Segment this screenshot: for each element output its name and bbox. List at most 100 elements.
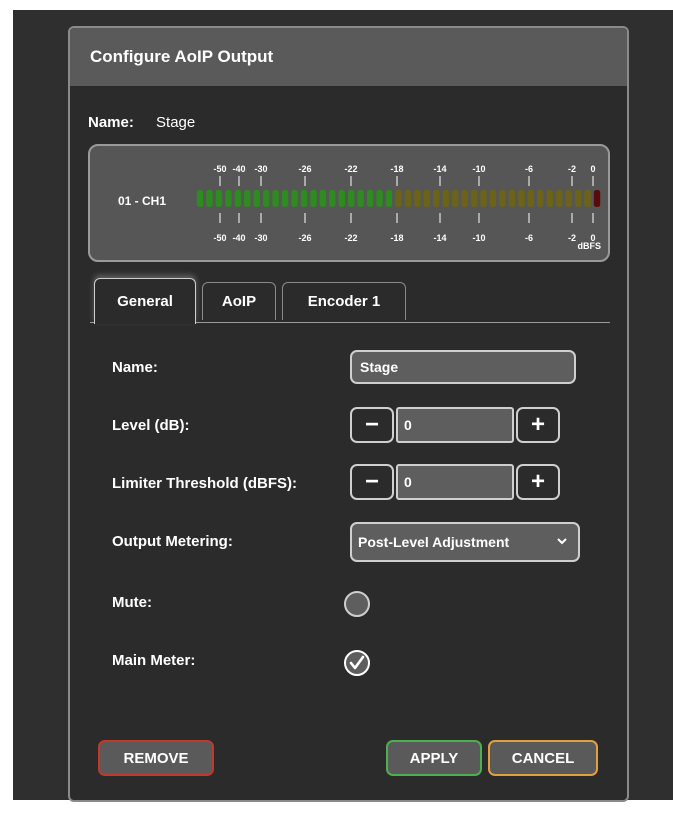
meter-segment [206, 190, 213, 207]
meter-scale-label-bottom: -18 [390, 233, 403, 243]
meter-segment [574, 190, 582, 207]
plus-icon: + [530, 468, 545, 495]
limiter-increment-button[interactable]: + [516, 464, 560, 500]
meter-segment [244, 190, 251, 207]
meter-scale-label-top: -18 [390, 164, 403, 174]
meter-scale-label-bottom: -22 [344, 233, 357, 243]
meter-segment [272, 190, 279, 207]
meter-segment [527, 190, 535, 207]
meter-segment [433, 190, 440, 207]
mute-toggle[interactable] [344, 591, 370, 617]
meter-segment [518, 190, 525, 207]
meter-segment [395, 190, 402, 207]
limiter-decrement-button[interactable]: − [350, 464, 394, 500]
meter-segment [281, 190, 289, 207]
meter-scale-label-bottom: -10 [472, 233, 485, 243]
name-input[interactable]: Stage [350, 350, 576, 384]
output-name-value: Stage [156, 114, 196, 131]
main-meter-toggle[interactable] [344, 650, 370, 676]
meter-scale-label-top: -6 [525, 164, 533, 174]
remove-button[interactable]: REMOVE [98, 740, 214, 776]
meter-scale-label-top: -22 [344, 164, 357, 174]
meter-segment [442, 190, 449, 207]
dialog-header: Configure AoIP Output [70, 28, 627, 86]
checkmark-icon [349, 655, 365, 670]
tab-general[interactable]: General [94, 278, 196, 324]
cancel-button-label: CANCEL [511, 749, 575, 767]
meter-segment [196, 190, 204, 207]
name-input-value: Stage [360, 359, 399, 375]
meter-scale-label-bottom: -50 [213, 233, 226, 243]
level-label: Level (dB): [112, 417, 190, 434]
limiter-input[interactable]: 0 [396, 464, 514, 500]
remove-button-label: REMOVE [123, 749, 189, 767]
limiter-stepper: − 0 + [350, 464, 564, 500]
meter-segment [215, 190, 223, 207]
meter-unit-label: dBFS [578, 241, 602, 251]
meter-segment [480, 190, 487, 207]
meter-segment [461, 190, 468, 207]
meter-segment [508, 190, 516, 207]
meter-scale-label-bottom: -14 [433, 233, 446, 243]
tab-general-label: General [117, 293, 173, 310]
apply-button-label: APPLY [409, 749, 459, 767]
meter-segment [414, 190, 421, 207]
tab-bar: General AoIP Encoder 1 [90, 278, 610, 324]
meter-segment [489, 190, 497, 207]
output-name-label: Name: [88, 114, 134, 131]
meter-scale-label-bottom: -26 [298, 233, 311, 243]
chevron-down-icon [556, 534, 568, 550]
level-decrement-button[interactable]: − [350, 407, 394, 443]
tab-aoip[interactable]: AoIP [202, 282, 276, 320]
plus-icon: + [530, 411, 545, 438]
dialog-title: Configure AoIP Output [90, 47, 274, 66]
tab-aoip-label: AoIP [221, 293, 257, 310]
mute-label: Mute: [112, 594, 152, 611]
meter-segment [404, 190, 412, 207]
meter-scale-label-top: -50 [213, 164, 226, 174]
meter-scale-label-bottom: -6 [525, 233, 533, 243]
metering-select-value: Post-Level Adjustment [358, 534, 510, 550]
metering-select[interactable]: Post-Level Adjustment [350, 522, 580, 562]
meter-segment [366, 190, 374, 207]
meter-segment [338, 190, 345, 207]
apply-button[interactable]: APPLY [386, 740, 482, 776]
configure-dialog: Configure AoIP Output Name: Stage 01 - C… [68, 26, 629, 802]
meter-segment [499, 190, 506, 207]
meter-scale-label-top: 0 [590, 164, 595, 174]
level-increment-button[interactable]: + [516, 407, 560, 443]
meter-segment [262, 190, 270, 207]
level-meter-graphic: 01 - CH1 -50 -50 -40 -40 -30 -30 -26 -26 -22 -22 -… [118, 164, 602, 251]
meter-scale-label-top: -2 [568, 164, 576, 174]
limiter-label: Limiter Threshold (dBFS): [112, 475, 297, 492]
tab-encoder-1-label: Encoder 1 [307, 293, 381, 310]
level-input[interactable]: 0 [396, 407, 514, 443]
meter-segment [319, 190, 327, 207]
name-label: Name: [112, 359, 158, 376]
meter-scale-label-top: -14 [433, 164, 446, 174]
meter-segment [537, 190, 544, 207]
meter-scale-label-top: -26 [298, 164, 311, 174]
metering-label: Output Metering: [112, 533, 233, 550]
meter-segment [300, 190, 308, 207]
meter-segment [310, 190, 317, 207]
tab-encoder-1[interactable]: Encoder 1 [282, 282, 406, 320]
meter-segment [329, 190, 336, 207]
meter-segment [225, 190, 232, 207]
meter-segment [555, 190, 563, 207]
meter-scale-label-top: -10 [472, 164, 485, 174]
cancel-button[interactable]: CANCEL [488, 740, 598, 776]
limiter-value: 0 [404, 474, 412, 490]
minus-icon: − [364, 468, 379, 495]
meter-segment [423, 190, 431, 207]
meter-segment [565, 190, 572, 207]
meter-segment [452, 190, 459, 207]
meter-segment [291, 190, 298, 207]
meter-segment [357, 190, 364, 207]
meter-segment [470, 190, 478, 207]
meter-scale-label-top: -40 [232, 164, 245, 174]
meter-scale-label-bottom: -40 [232, 233, 245, 243]
output-name-row: Name: Stage [88, 114, 195, 131]
meter-channel-label: 01 - CH1 [118, 194, 166, 208]
minus-icon: − [364, 411, 379, 438]
